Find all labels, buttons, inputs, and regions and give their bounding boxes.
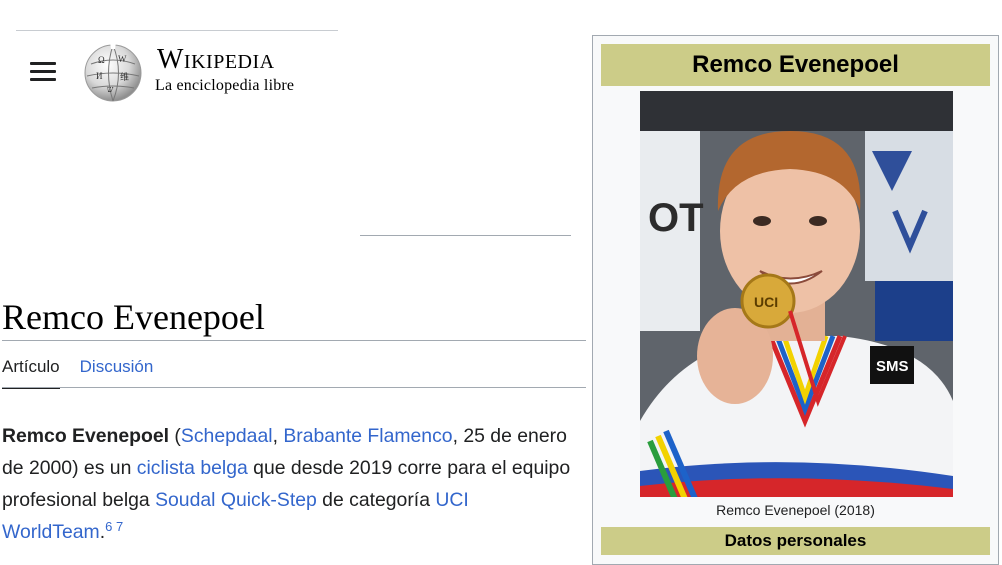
- wikipedia-wordmark[interactable]: Wikipedia: [157, 44, 275, 76]
- lead-paragraph: Remco Evenepoel (Schepdaal, Brabante Fla…: [2, 420, 572, 548]
- wikipedia-tagline: La enciclopedia libre: [155, 77, 295, 94]
- article-subject: Remco Evenepoel: [2, 425, 170, 447]
- infobox-title: Remco Evenepoel: [601, 44, 990, 86]
- wikipedia-globe-logo[interactable]: Ω W И 维 ש: [82, 42, 144, 102]
- svg-text:Ω: Ω: [98, 55, 105, 65]
- namespace-tabs: Artículo Discusión: [2, 355, 173, 389]
- tabs-divider: [2, 387, 586, 388]
- link-schepdaal[interactable]: Schepdaal: [181, 425, 273, 447]
- link-brabante-flamenco[interactable]: Brabante Flamenco: [283, 425, 452, 447]
- text-run: de categoría: [316, 489, 436, 511]
- hamburger-menu-icon[interactable]: [30, 62, 56, 84]
- infobox-portrait-image[interactable]: OT SMS UCI: [640, 91, 953, 497]
- tab-article[interactable]: Artículo: [2, 355, 60, 389]
- page-title: Remco Evenepoel: [2, 297, 265, 337]
- svg-text:W: W: [118, 54, 127, 64]
- link-soudal-quick-step[interactable]: Soudal Quick-Step: [155, 489, 317, 511]
- reference-7[interactable]: 7: [116, 519, 123, 534]
- infobox-section-header: Datos personales: [601, 527, 990, 555]
- text-run: ,: [272, 425, 284, 447]
- svg-text:UCI: UCI: [754, 294, 778, 310]
- svg-text:ש: ש: [107, 84, 114, 94]
- header-top-divider: [16, 30, 338, 31]
- link-ciclista-belga[interactable]: ciclista belga: [137, 457, 248, 479]
- svg-text:И: И: [96, 71, 103, 81]
- svg-text:SMS: SMS: [876, 358, 909, 375]
- title-underline: [2, 340, 586, 341]
- reference-6[interactable]: 6: [105, 519, 112, 534]
- svg-text:OT: OT: [648, 196, 704, 240]
- infobox: Remco Evenepoel OT SMS UCI Remco Evenepo…: [592, 35, 999, 565]
- svg-text:维: 维: [120, 71, 129, 82]
- tab-talk[interactable]: Discusión: [80, 355, 154, 387]
- text-run: (: [169, 425, 181, 447]
- infobox-image-caption: Remco Evenepoel (2018): [716, 502, 875, 518]
- header-divider: [360, 235, 571, 236]
